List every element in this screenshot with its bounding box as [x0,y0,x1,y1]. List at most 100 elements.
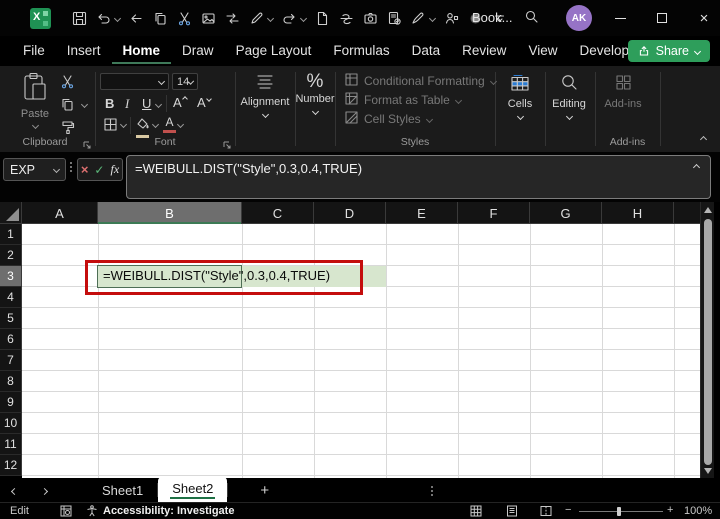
row-header-5[interactable]: 5 [0,308,22,329]
number-button[interactable]: % Number [295,72,335,116]
column-header-f[interactable]: F [458,202,530,224]
vertical-scrollbar[interactable] [700,202,714,478]
column-header-g[interactable]: G [530,202,602,224]
accessibility-status[interactable]: Accessibility: Investigate [103,505,234,517]
scroll-down-icon[interactable] [704,468,712,474]
sheet-prev-icon[interactable] [10,481,30,499]
cut-button[interactable] [60,74,77,91]
share-button[interactable]: Share [627,40,710,62]
row-header-6[interactable]: 6 [0,329,22,350]
decrease-font-button[interactable]: A [197,95,212,110]
cell-grid[interactable]: =WEIBULL.DIST("Style",0.3,0.4,TRUE) [22,224,700,478]
accessibility-icon[interactable] [86,505,98,517]
search-icon[interactable] [524,9,539,24]
pen-chevron-icon[interactable] [428,14,437,22]
row-header-3[interactable]: 3 [0,266,22,287]
cut-icon[interactable] [177,11,192,26]
scroll-up-icon[interactable] [704,207,712,213]
column-header-d[interactable]: D [314,202,386,224]
row-header-9[interactable]: 9 [0,392,22,413]
signature-pen-icon[interactable] [411,11,426,26]
underline-button[interactable]: U [142,96,151,111]
cells-button[interactable]: Cells [499,74,541,121]
ink-icon[interactable] [249,11,264,26]
format-painter-button[interactable] [60,120,77,137]
row-header-12[interactable]: 12 [0,455,22,476]
sheet-options-icon[interactable] [431,486,433,496]
tab-data[interactable]: Data [401,38,452,64]
ink-chevron-icon[interactable] [266,14,275,22]
row-header-7[interactable]: 7 [0,350,22,371]
italic-button[interactable]: I [125,96,129,112]
copy-chevron-icon[interactable] [80,100,89,109]
collapse-ribbon-icon[interactable] [699,135,708,144]
name-box[interactable]: EXP [3,158,66,181]
sheet-tab-sheet2[interactable]: Sheet2 [158,477,228,502]
redo-chevron-icon[interactable] [299,14,308,22]
tab-formulas[interactable]: Formulas [322,38,400,64]
copy-button[interactable] [60,97,77,114]
increase-font-button[interactable]: A [173,95,188,110]
column-header-h[interactable]: H [602,202,674,224]
add-sheet-button[interactable]: + [260,482,269,499]
format-as-table-button[interactable]: Format as Table [345,92,462,108]
addins-button[interactable]: Add-ins [601,74,645,110]
maximize-button[interactable] [642,0,682,36]
font-size-combo[interactable]: 14 [172,73,198,90]
zoom-level[interactable]: 100% [684,505,712,517]
row-header-10[interactable]: 10 [0,413,22,434]
enter-icon[interactable]: ✓ [94,164,104,176]
font-name-combo[interactable] [100,73,169,90]
back-icon[interactable] [129,11,144,26]
row-header-8[interactable]: 8 [0,371,22,392]
page-layout-view-icon[interactable] [506,505,518,517]
redo-icon[interactable] [282,11,297,26]
vertical-scroll-thumb[interactable] [704,219,712,465]
row-header-4[interactable]: 4 [0,287,22,308]
borders-chevron-icon[interactable] [119,120,128,129]
cell-styles-button[interactable]: Cell Styles [345,111,433,127]
tab-home[interactable]: Home [111,38,172,64]
underline-chevron-icon[interactable] [154,100,163,109]
tab-review[interactable]: Review [451,38,517,64]
cancel-icon[interactable]: × [81,163,89,176]
minimize-button[interactable] [600,0,640,36]
formula-bar-grip[interactable] [70,162,72,172]
collapse-formula-bar-icon[interactable] [692,163,701,172]
new-file-icon[interactable] [315,11,330,26]
sheet-tab-sheet1[interactable]: Sheet1 [88,483,157,498]
document-title[interactable]: Book... [472,10,512,25]
insert-function-icon[interactable]: fx [110,162,119,177]
camera-icon[interactable] [363,11,378,26]
tab-file[interactable]: File [12,38,56,64]
sheet-next-icon[interactable] [40,481,60,499]
zoom-out-button[interactable]: − [565,504,571,516]
borders-button[interactable] [103,117,120,134]
alignment-button[interactable]: Alignment [240,74,290,119]
zoom-slider[interactable] [579,507,663,516]
strikethrough-icon[interactable] [339,11,354,26]
copy-icon[interactable] [153,11,168,26]
column-header-c[interactable]: C [242,202,314,224]
font-color-chevron-icon[interactable] [176,120,185,129]
zoom-slider-thumb[interactable] [617,507,621,516]
switch-windows-icon[interactable] [225,11,240,26]
picture-icon[interactable] [201,11,216,26]
review-icon[interactable] [387,11,402,26]
undo-icon[interactable] [96,11,111,26]
tab-view[interactable]: View [517,38,568,64]
page-break-view-icon[interactable] [540,505,552,517]
excel-logo-icon[interactable]: X [30,7,51,29]
select-all-button[interactable] [0,202,22,224]
clipboard-dialog-launcher-icon[interactable] [82,137,92,149]
row-header-2[interactable]: 2 [0,245,22,266]
row-header-1[interactable]: 1 [0,224,22,245]
editing-button[interactable]: Editing [547,74,591,121]
fill-color-button[interactable] [136,116,153,138]
tab-page-layout[interactable]: Page Layout [225,38,323,64]
font-dialog-launcher-icon[interactable] [222,137,232,149]
conditional-formatting-button[interactable]: Conditional Formatting [345,73,497,89]
column-header-partial[interactable] [674,202,700,224]
tab-insert[interactable]: Insert [56,38,112,64]
row-header-11[interactable]: 11 [0,434,22,455]
